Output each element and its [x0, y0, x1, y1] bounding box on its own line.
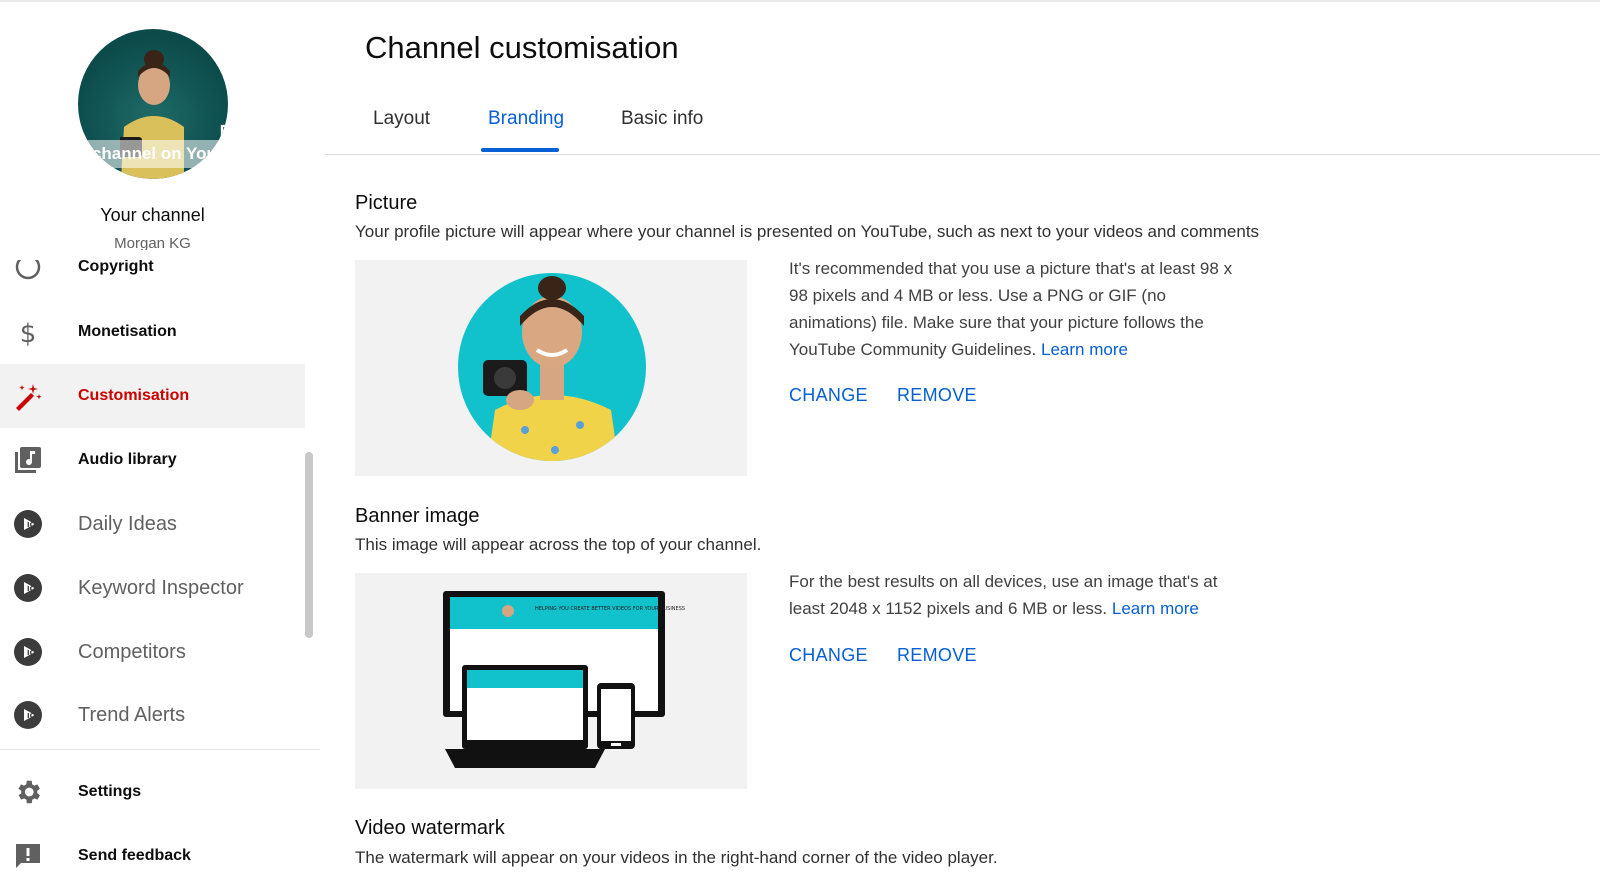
- picture-section-title: Picture: [355, 192, 418, 214]
- sidebar-item-label: Daily Ideas: [78, 512, 177, 535]
- dollar-icon: $: [13, 317, 43, 347]
- vidiq-icon: IQ: [13, 509, 43, 539]
- sidebar-item-label: Competitors: [78, 640, 186, 663]
- sidebar-item-daily-ideas[interactable]: IQ Daily Ideas: [0, 492, 305, 556]
- change-banner-button[interactable]: CHANGE: [789, 645, 868, 666]
- svg-text:IQ: IQ: [27, 585, 36, 593]
- banner-text: HELPING YOU CREATE BETTER VIDEOS FOR YOU…: [535, 606, 685, 612]
- sidebar-item-competitors[interactable]: IQ Competitors: [0, 620, 305, 684]
- sidebar-item-audio-library[interactable]: Audio library: [0, 428, 305, 492]
- picture-learn-more-link[interactable]: Learn more: [1041, 340, 1128, 359]
- vidiq-icon: IQ: [13, 637, 43, 667]
- tab-bar: Layout Branding Basic info: [325, 98, 1600, 155]
- remove-banner-button[interactable]: REMOVE: [897, 645, 977, 666]
- banner-devices-image: HELPING YOU CREATE BETTER VIDEOS FOR YOU…: [443, 591, 685, 768]
- svg-text:IQ: IQ: [27, 712, 36, 720]
- sidebar-item-label: Customisation: [78, 387, 190, 404]
- picture-info-text: It's recommended that you use a picture …: [789, 259, 1233, 359]
- sidebar-item-label: Settings: [78, 783, 142, 800]
- page-title: Channel customisation: [365, 30, 679, 65]
- magic-wand-icon: [13, 381, 43, 411]
- sidebar-item-label: Monetisation: [78, 323, 177, 340]
- watermark-section-title: Video watermark: [355, 817, 505, 839]
- picture-section-description: Your profile picture will appear where y…: [355, 222, 1260, 241]
- svg-text:$: $: [20, 319, 37, 347]
- picture-requirements: It's recommended that you use a picture …: [789, 255, 1239, 363]
- sidebar-item-keyword-inspector[interactable]: IQ Keyword Inspector: [0, 556, 305, 620]
- sidebar-item-trend-alerts[interactable]: IQ Trend Alerts: [0, 683, 305, 747]
- sidebar-divider: [0, 749, 320, 750]
- sidebar-item-send-feedback[interactable]: Send feedback: [0, 824, 305, 887]
- watermark-section-description: The watermark will appear on your videos…: [355, 848, 998, 867]
- sidebar-item-label: Keyword Inspector: [78, 576, 244, 599]
- banner-image-preview: HELPING YOU CREATE BETTER VIDEOS FOR YOU…: [355, 573, 747, 789]
- sidebar-item-label: Audio library: [78, 451, 177, 468]
- sidebar-item-label: Trend Alerts: [78, 703, 186, 726]
- sidebar: View channel on YouTube Your channel Mor…: [0, 0, 320, 887]
- profile-picture-image: [458, 273, 646, 461]
- banner-requirements: For the best results on all devices, use…: [789, 568, 1239, 622]
- view-channel-tooltip[interactable]: View channel on YouTube: [40, 140, 265, 168]
- sidebar-scrollbar[interactable]: [305, 452, 313, 638]
- svg-text:IQ: IQ: [27, 649, 36, 657]
- your-channel-label: Your channel: [100, 205, 205, 225]
- banner-section-description: This image will appear across the top of…: [355, 535, 762, 554]
- sidebar-item-label: Send feedback: [78, 847, 191, 864]
- sidebar-item-settings[interactable]: Settings: [0, 760, 305, 824]
- feedback-icon: [13, 841, 43, 871]
- vidiq-icon: IQ: [13, 700, 43, 730]
- tab-basic-info[interactable]: Basic info: [621, 108, 703, 130]
- header-mask: [0, 250, 305, 260]
- gear-icon: [13, 777, 43, 807]
- svg-text:IQ: IQ: [27, 521, 36, 529]
- audio-library-icon: [13, 445, 43, 475]
- tab-branding[interactable]: Branding: [488, 108, 564, 130]
- active-tab-indicator: [481, 148, 559, 152]
- vidiq-icon: IQ: [13, 573, 43, 603]
- sidebar-item-monetisation[interactable]: $ Monetisation: [0, 300, 305, 364]
- change-picture-button[interactable]: CHANGE: [789, 385, 868, 406]
- sidebar-item-customisation[interactable]: Customisation: [0, 364, 305, 428]
- profile-picture-preview: [355, 260, 747, 476]
- remove-picture-button[interactable]: REMOVE: [897, 385, 977, 406]
- tab-layout[interactable]: Layout: [373, 108, 430, 130]
- banner-learn-more-link[interactable]: Learn more: [1112, 599, 1199, 618]
- sidebar-item-label: Copyright: [78, 258, 154, 275]
- banner-section-title: Banner image: [355, 505, 480, 527]
